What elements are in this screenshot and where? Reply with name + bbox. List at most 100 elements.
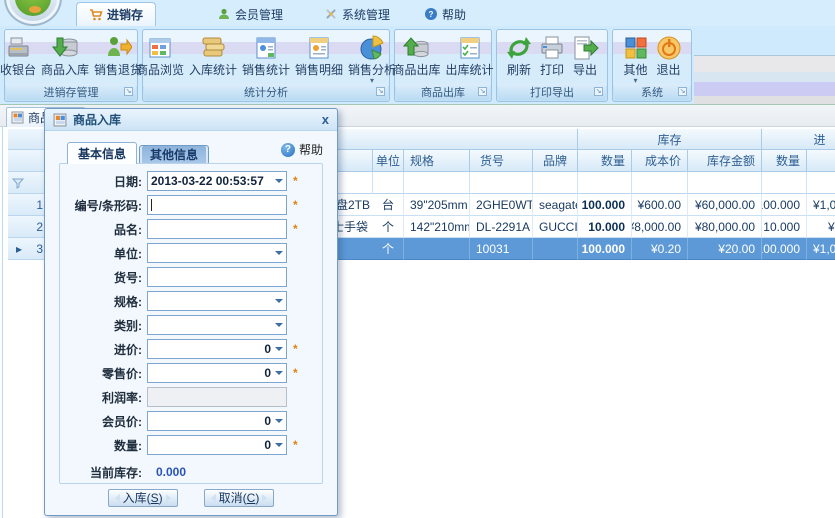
cell-extra[interactable]: ¥1,0 (807, 194, 835, 216)
cell-unit[interactable]: 个 (373, 216, 404, 238)
filter-cell[interactable] (578, 172, 632, 194)
export-button[interactable]: 导出 (569, 33, 601, 78)
help-icon: ? (281, 143, 295, 157)
col-header-cost[interactable]: 成本价 (632, 150, 688, 172)
exit-button[interactable]: 退出 (653, 33, 685, 78)
refresh-button[interactable]: 刷新 (503, 33, 535, 78)
group-label: 进销存管理 ↘ (6, 84, 136, 100)
filter-cell[interactable] (632, 172, 688, 194)
col-header-spec[interactable]: 规格 (404, 150, 470, 172)
dropdown-arrow-icon (275, 347, 283, 351)
member-price-spin[interactable]: 0 (147, 411, 287, 431)
ribbon-tab-inventory[interactable]: 进销存 (76, 2, 156, 26)
cell-art[interactable]: 2GHE0WTZ (470, 194, 533, 216)
cell-qty[interactable]: 10.000 (578, 216, 632, 238)
button-label: 销售统计 (242, 63, 290, 77)
stock-in-button[interactable]: 入库(S) (108, 489, 178, 507)
col-header-unit[interactable]: 单位 (373, 150, 404, 172)
cell-brand[interactable] (533, 238, 578, 260)
art-input[interactable] (147, 267, 287, 287)
sales-detail-button[interactable]: 销售明细 (293, 33, 345, 78)
ribbon-tab-members[interactable]: 会员管理 (205, 2, 295, 26)
cell-qty2[interactable]: 100.000 (762, 194, 807, 216)
col-header-brand[interactable]: 品牌 (533, 150, 578, 172)
code-input[interactable] (147, 195, 287, 215)
cell-unit[interactable]: 个 (373, 238, 404, 260)
purchase-price-spin[interactable]: 0 (147, 339, 287, 359)
sales-stats-button[interactable]: 销售统计 (240, 33, 292, 78)
cashier-button[interactable]: 收银台 (0, 33, 38, 78)
col-header-amount[interactable]: 库存金额 (688, 150, 762, 172)
close-icon[interactable]: x (322, 113, 329, 126)
retail-price-spin[interactable]: 0 (147, 363, 287, 383)
col-header-art[interactable]: 货号 (470, 150, 533, 172)
filter-cell[interactable] (470, 172, 533, 194)
dialog-launcher-icon[interactable]: ↘ (678, 87, 687, 96)
filter-cell[interactable] (533, 172, 578, 194)
spec-combo[interactable] (147, 291, 287, 311)
cell-art[interactable]: DL-2291A (470, 216, 533, 238)
goods-out-button[interactable]: 商品出库 (390, 33, 442, 78)
cell-spec[interactable] (404, 238, 470, 260)
ribbon-tab-label: 帮助 (442, 6, 466, 23)
cell-brand[interactable]: GUCCI (533, 216, 578, 238)
cell-qty[interactable]: 100.000 (578, 238, 632, 260)
field-row-quantity: 数量: 0 * (60, 433, 322, 457)
form-icon (53, 113, 67, 127)
stockout-stats-button[interactable]: 出库统计 (444, 33, 496, 78)
help-link[interactable]: ? 帮助 (281, 141, 323, 158)
cell-art[interactable]: 10031 (470, 238, 533, 260)
category-combo[interactable] (147, 315, 287, 335)
cell-brand[interactable]: seagate (533, 194, 578, 216)
print-button[interactable]: 打印 (536, 33, 568, 78)
cancel-button[interactable]: 取消(C) (204, 489, 275, 507)
name-input[interactable] (147, 219, 287, 239)
cell-unit[interactable]: 台 (373, 194, 404, 216)
cell-spec[interactable]: 39"205mm (404, 194, 470, 216)
band-header-stock[interactable]: 库存 (578, 129, 762, 150)
button-label: 销售分析 (348, 63, 396, 77)
pie-chart-icon (358, 34, 386, 62)
cell-qty2[interactable]: 10.000 (762, 216, 807, 238)
cell-cost[interactable]: ¥8,000.00 (632, 216, 688, 238)
application-orb-button[interactable] (4, 0, 62, 26)
cell-cost[interactable]: ¥0.20 (632, 238, 688, 260)
date-combo[interactable]: 2013-03-22 00:53:57 (147, 171, 287, 191)
quantity-spin[interactable]: 0 (147, 435, 287, 455)
filter-cell[interactable] (404, 172, 470, 194)
stockin-stats-button[interactable]: 入库统计 (187, 33, 239, 78)
cell-qty[interactable]: 100.000 (578, 194, 632, 216)
dialog-launcher-icon[interactable]: ↘ (124, 87, 133, 96)
filter-cell[interactable] (688, 172, 762, 194)
ribbon-tab-system[interactable]: 系统管理 (312, 2, 402, 26)
group-label: 打印导出 ↘ (498, 84, 606, 100)
goods-browse-button[interactable]: 商品浏览 (134, 33, 186, 78)
filter-cell[interactable] (807, 172, 835, 194)
cell-extra[interactable]: ¥ (807, 216, 835, 238)
col-header-qty[interactable]: 数量 (578, 150, 632, 172)
col-header-extra[interactable] (807, 150, 835, 172)
ribbon-tab-help[interactable]: ? 帮助 (412, 2, 478, 26)
dialog-title-bar[interactable]: 商品入库 x (45, 109, 337, 131)
goods-in-button[interactable]: 商品入库 (39, 33, 91, 78)
cell-cost[interactable]: ¥600.00 (632, 194, 688, 216)
cell-amount[interactable]: ¥80,000.00 (688, 216, 762, 238)
band-header-purchase[interactable]: 进 (762, 129, 835, 150)
filter-cell[interactable] (762, 172, 807, 194)
filter-cell[interactable] (373, 172, 404, 194)
cell-spec[interactable]: 142"210mm (404, 216, 470, 238)
tab-basic-info[interactable]: 基本信息 (67, 142, 137, 164)
cell-extra[interactable]: ¥1,0 (807, 238, 835, 260)
col-header-qty2[interactable]: 数量 (762, 150, 807, 172)
orb-globe-icon (15, 0, 51, 16)
dialog-launcher-icon[interactable]: ↘ (478, 87, 487, 96)
dialog-launcher-icon[interactable]: ↘ (594, 87, 603, 96)
tab-other-info[interactable]: 其他信息 (139, 145, 209, 164)
dialog-launcher-icon[interactable]: ↘ (376, 87, 385, 96)
cell-amount[interactable]: ¥60,000.00 (688, 194, 762, 216)
return-icon (104, 34, 132, 62)
unit-combo[interactable] (147, 243, 287, 263)
cell-amount[interactable]: ¥20.00 (688, 238, 762, 260)
other-button[interactable]: 其他 (620, 33, 652, 85)
cell-qty2[interactable]: 100.000 (762, 238, 807, 260)
